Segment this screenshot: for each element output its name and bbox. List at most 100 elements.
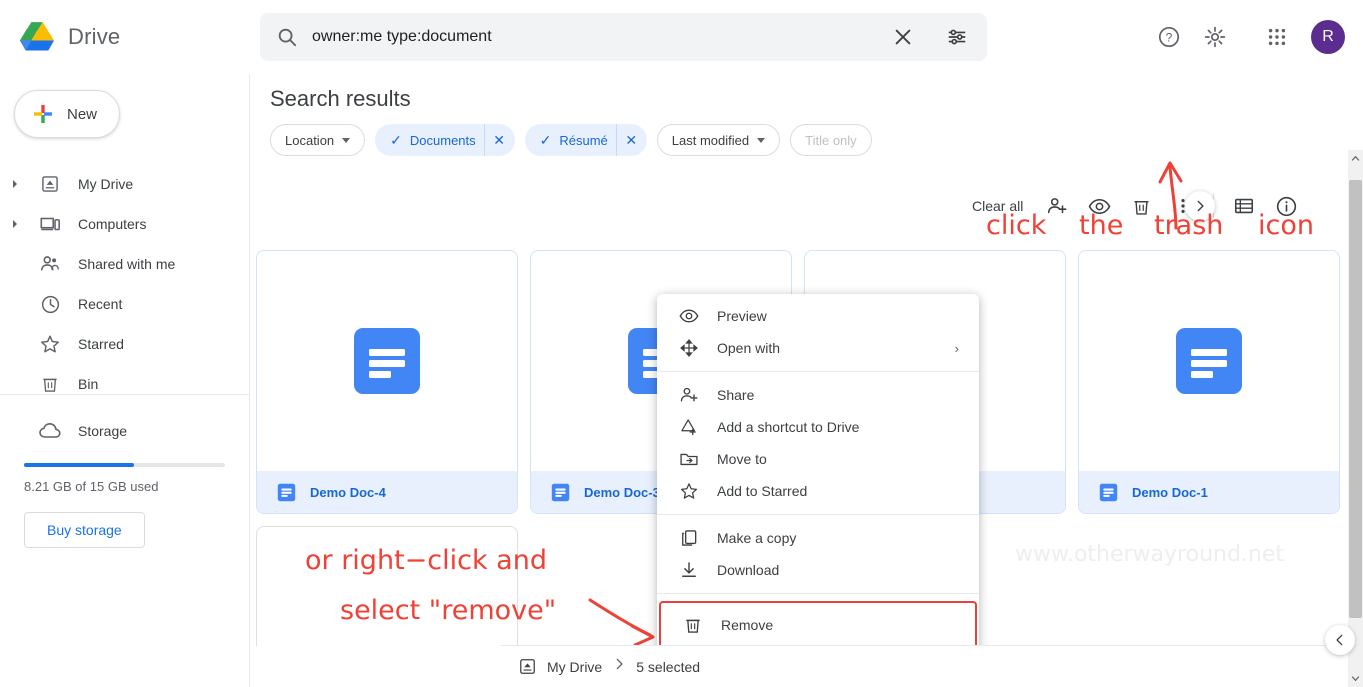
chip-location[interactable]: Location — [270, 124, 366, 156]
file-card[interactable]: Demo Doc-4 — [256, 250, 518, 514]
context-menu-item-remove[interactable]: Remove — [659, 601, 977, 649]
chip-remove-icon[interactable]: ✕ — [483, 124, 514, 156]
context-menu-item-add-starred[interactable]: Add to Starred — [657, 475, 979, 507]
file-card-footer: Demo Doc-4 — [257, 471, 517, 513]
context-menu-label: Add to Starred — [717, 483, 808, 499]
sidebar-item-recent[interactable]: Recent — [0, 284, 249, 324]
sidebar-nav: My Drive Computers Shared with me Recent… — [0, 164, 249, 404]
collapse-panel-button[interactable] — [1325, 625, 1355, 655]
context-menu-item-share[interactable]: Share — [657, 379, 979, 411]
brand[interactable]: Drive — [0, 22, 250, 52]
context-menu-item-move-to[interactable]: Move to — [657, 443, 979, 475]
storage-label: Storage — [78, 423, 128, 439]
context-menu-label: Move to — [717, 451, 767, 467]
avatar[interactable]: R — [1311, 20, 1345, 54]
google-docs-icon — [1099, 483, 1118, 502]
context-menu-item-make-copy[interactable]: Make a copy — [657, 522, 979, 554]
shortcut-icon — [679, 417, 699, 437]
sidebar-label: Starred — [78, 336, 124, 352]
buy-storage-button[interactable]: Buy storage — [24, 512, 145, 548]
info-icon — [1276, 196, 1296, 216]
clear-all-button[interactable]: Clear all — [960, 198, 1035, 214]
sidebar-item-my-drive[interactable]: My Drive — [0, 164, 249, 204]
new-button-label: New — [67, 105, 98, 123]
drive-logo-icon — [20, 22, 54, 51]
open-with-icon — [679, 338, 699, 358]
context-menu: Preview Open with › Share Add a shortcut… — [657, 294, 979, 657]
context-menu-label: Download — [717, 562, 780, 578]
search-container — [260, 13, 987, 61]
chip-label: Documents — [409, 132, 476, 148]
context-menu-item-add-shortcut[interactable]: Add a shortcut to Drive — [657, 411, 979, 443]
sidebar-item-storage[interactable]: Storage — [0, 411, 249, 451]
sidebar-item-shared-with-me[interactable]: Shared with me — [0, 244, 249, 284]
sidebar-item-computers[interactable]: Computers — [0, 204, 249, 244]
chip-documents[interactable]: ✓ Documents ✕ — [375, 124, 515, 156]
trash-icon — [683, 615, 703, 635]
top-right-actions: ? R — [1149, 17, 1363, 57]
google-docs-icon — [354, 328, 420, 394]
chip-resume[interactable]: ✓ Résumé ✕ — [524, 124, 647, 156]
google-docs-icon — [277, 483, 296, 502]
file-card[interactable]: Demo Doc-1 — [1078, 250, 1340, 514]
storage-used-text: 8.21 GB of 15 GB used — [24, 479, 159, 494]
menu-divider — [657, 514, 979, 515]
drive-app-window: Drive owner:me type:document ? R New My … — [0, 0, 1363, 687]
scrollbar-thumb[interactable] — [1349, 180, 1362, 618]
file-thumbnail — [257, 251, 517, 471]
google-apps-button[interactable] — [1257, 17, 1297, 57]
delete-trash-button[interactable] — [1121, 186, 1161, 226]
search-options-button[interactable] — [937, 17, 977, 57]
list-view-button[interactable] — [1224, 186, 1264, 226]
context-menu-item-preview[interactable]: Preview — [657, 300, 979, 332]
chevron-right-icon — [612, 657, 626, 676]
clock-icon — [38, 292, 62, 316]
scroll-down-button[interactable] — [1348, 670, 1363, 687]
move-folder-icon — [679, 449, 699, 469]
sidebar-label: Bin — [78, 376, 99, 392]
apps-grid-icon — [1268, 28, 1286, 46]
chips-scroll-next-button[interactable] — [1185, 191, 1215, 221]
settings-button[interactable] — [1195, 17, 1235, 57]
google-docs-icon — [1176, 328, 1242, 394]
scroll-up-button[interactable] — [1348, 150, 1363, 167]
add-person-icon — [1048, 198, 1067, 214]
help-button[interactable]: ? — [1149, 17, 1189, 57]
chip-last-modified[interactable]: Last modified — [656, 124, 781, 156]
trash-icon — [38, 372, 62, 396]
shared-with-me-icon — [38, 252, 62, 276]
copy-icon — [679, 528, 699, 548]
file-card[interactable] — [256, 526, 518, 646]
share-add-person-button[interactable] — [1037, 186, 1077, 226]
svg-text:?: ? — [1166, 31, 1173, 45]
clear-search-button[interactable] — [883, 17, 923, 57]
sidebar-label: Shared with me — [78, 256, 176, 272]
context-menu-item-download[interactable]: Download — [657, 554, 979, 586]
new-button[interactable]: New — [14, 90, 120, 138]
chip-remove-icon[interactable]: ✕ — [615, 124, 646, 156]
context-menu-label: Remove — [721, 617, 774, 633]
storage-section: Storage 8.21 GB of 15 GB used Buy storag… — [0, 394, 249, 548]
details-info-button[interactable] — [1266, 186, 1306, 226]
filter-chip-row: Location ✓ Documents ✕ ✓ Résumé ✕ Last m… — [260, 118, 1353, 162]
search-bar[interactable] — [260, 13, 987, 61]
chevron-down-icon — [342, 137, 351, 143]
context-menu-label: Add a shortcut to Drive — [717, 419, 860, 435]
vertical-scrollbar[interactable] — [1348, 150, 1363, 687]
expand-arrow-icon[interactable] — [8, 219, 22, 229]
page-title: Search results — [270, 86, 411, 111]
context-menu-label: Preview — [717, 308, 767, 324]
breadcrumb-location[interactable]: My Drive — [547, 659, 602, 675]
file-name: Demo Doc-4 — [310, 485, 386, 500]
sidebar-item-starred[interactable]: Starred — [0, 324, 249, 364]
menu-divider — [657, 593, 979, 594]
star-icon — [679, 481, 699, 501]
expand-arrow-icon[interactable] — [8, 179, 22, 189]
preview-button[interactable] — [1079, 186, 1119, 226]
list-view-icon — [1235, 198, 1254, 214]
sidebar-label: Recent — [78, 296, 123, 312]
google-docs-icon — [551, 483, 570, 502]
chip-title-only[interactable]: Title only — [790, 124, 872, 156]
context-menu-item-open-with[interactable]: Open with › — [657, 332, 979, 364]
search-input[interactable] — [312, 28, 869, 46]
